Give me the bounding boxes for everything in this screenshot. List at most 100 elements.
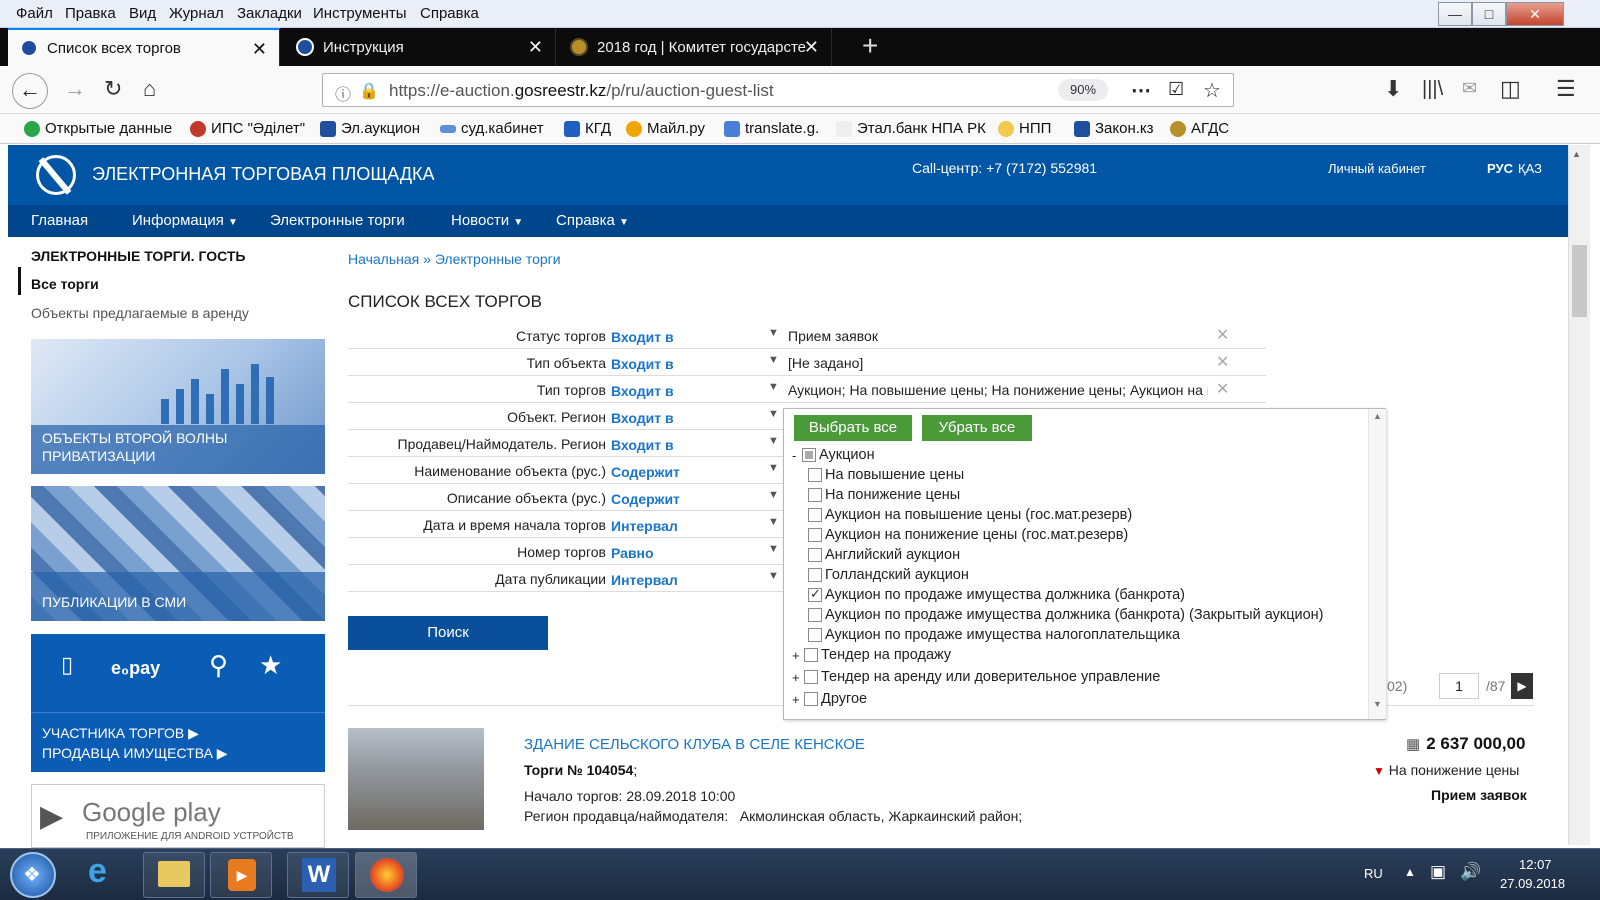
- tree-checkbox[interactable]: [808, 508, 822, 522]
- back-icon[interactable]: ←: [12, 73, 48, 109]
- tree-checkbox[interactable]: [808, 628, 822, 642]
- tree-checkbox[interactable]: [808, 586, 822, 602]
- page-scrollbar[interactable]: ▲: [1568, 145, 1590, 845]
- tree-checkbox[interactable]: [808, 568, 822, 582]
- filter-operator[interactable]: Входит в: [611, 410, 674, 426]
- nav-help[interactable]: Справка ▼: [556, 212, 629, 229]
- bookmark-translate[interactable]: translate.g.: [724, 120, 819, 137]
- bookmark-agds[interactable]: АГДС: [1170, 120, 1229, 137]
- result-thumbnail[interactable]: [348, 728, 484, 830]
- chevron-down-icon[interactable]: ▼: [768, 435, 779, 447]
- menu-help[interactable]: Справка: [420, 5, 479, 22]
- maximize-button[interactable]: □: [1472, 2, 1506, 26]
- pager-input[interactable]: 1: [1439, 673, 1479, 699]
- filter-operator[interactable]: Интервал: [611, 572, 678, 588]
- filter-value[interactable]: Аукцион; На повышение цены; На понижение…: [788, 382, 1208, 398]
- filter-value[interactable]: [Не задано]: [788, 355, 1208, 371]
- tab-committee[interactable]: 2018 год | Комитет государсте ✕: [558, 28, 832, 66]
- menu-edit[interactable]: Правка: [65, 5, 116, 22]
- chevron-down-icon[interactable]: ▼: [768, 543, 779, 555]
- clock-date[interactable]: 27.09.2018: [1500, 876, 1565, 891]
- result-title-link[interactable]: ЗДАНИЕ СЕЛЬСКОГО КЛУБА В СЕЛЕ КЕНСКОЕ: [524, 736, 865, 753]
- close-tab-icon[interactable]: ✕: [252, 39, 267, 60]
- banner-media[interactable]: ПУБЛИКАЦИИ В СМИ: [31, 486, 325, 621]
- site-logo-icon[interactable]: [36, 155, 76, 195]
- tree-checkbox[interactable]: [804, 648, 818, 662]
- expand-icon[interactable]: +: [792, 648, 804, 663]
- ie-taskbar-button[interactable]: e: [74, 852, 136, 898]
- clear-filter-icon[interactable]: ✕: [1216, 352, 1229, 372]
- menu-history[interactable]: Журнал: [169, 5, 224, 22]
- tree-group[interactable]: + Тендер на аренду или доверительное упра…: [792, 669, 1160, 685]
- banner-privatization[interactable]: ОБЪЕКТЫ ВТОРОЙ ВОЛНЫ ПРИВАТИЗАЦИИ: [31, 339, 325, 474]
- filter-operator[interactable]: Входит в: [611, 356, 674, 372]
- tab-auction-list[interactable]: Список всех торгов ✕: [8, 28, 280, 66]
- tree-group[interactable]: + Тендер на продажу: [792, 647, 951, 663]
- chevron-down-icon[interactable]: ▼: [768, 516, 779, 528]
- hamburger-menu-icon[interactable]: ☰: [1556, 76, 1576, 102]
- tree-checkbox[interactable]: [808, 528, 822, 542]
- tree-item[interactable]: Английский аукцион: [808, 547, 960, 563]
- close-tab-icon[interactable]: ✕: [528, 37, 543, 58]
- expand-icon[interactable]: +: [792, 692, 804, 707]
- dropdown-scrollbar[interactable]: ▲ ▼: [1368, 409, 1386, 719]
- menu-file[interactable]: Файл: [16, 5, 53, 22]
- menu-bookmarks[interactable]: Закладки: [237, 5, 302, 22]
- nav-news[interactable]: Новости ▼: [451, 212, 523, 229]
- banner-participant-link[interactable]: УЧАСТНИКА ТОРГОВ ▶: [42, 725, 199, 742]
- chevron-down-icon[interactable]: ▼: [768, 381, 779, 393]
- forward-icon[interactable]: →: [64, 76, 86, 102]
- tree-checkbox[interactable]: [808, 548, 822, 562]
- expand-icon[interactable]: +: [792, 670, 804, 685]
- filter-operator[interactable]: Равно: [611, 545, 654, 561]
- nav-home[interactable]: Главная: [31, 212, 88, 229]
- bookmark-star-icon[interactable]: ☆: [1203, 78, 1221, 103]
- home-icon[interactable]: ⌂: [143, 76, 156, 102]
- media-taskbar-button[interactable]: ▶: [210, 852, 272, 898]
- filter-operator[interactable]: Входит в: [611, 383, 674, 399]
- tab-instruction[interactable]: Инструкция ✕: [284, 28, 556, 66]
- start-button[interactable]: ❖: [10, 852, 56, 898]
- filter-operator[interactable]: Содержит: [611, 491, 680, 507]
- pager-next-button[interactable]: ▶: [1511, 673, 1533, 699]
- tree-checkbox[interactable]: [804, 692, 818, 706]
- pocket-icon[interactable]: ☑: [1168, 79, 1184, 100]
- select-all-button[interactable]: Выбрать все: [794, 415, 912, 441]
- bookmark-kgd[interactable]: КГД: [564, 120, 611, 137]
- tree-checkbox[interactable]: [808, 608, 822, 622]
- tree-group[interactable]: + Другое: [792, 691, 867, 707]
- chevron-down-icon[interactable]: ▼: [768, 570, 779, 582]
- explorer-taskbar-button[interactable]: [143, 852, 205, 898]
- tree-item[interactable]: На повышение цены: [808, 467, 964, 483]
- bookmark-etalon[interactable]: Этал.банк НПА РК: [836, 120, 986, 137]
- bookmark-court[interactable]: суд.кабинет: [440, 120, 544, 137]
- tray-expand-icon[interactable]: ▲: [1404, 865, 1416, 879]
- tree-checkbox[interactable]: [802, 448, 816, 462]
- filter-operator[interactable]: Интервал: [611, 518, 678, 534]
- chevron-down-icon[interactable]: ▼: [768, 462, 779, 474]
- library-icon[interactable]: |||\: [1422, 78, 1443, 101]
- mail-icon[interactable]: ✉: [1462, 78, 1477, 99]
- tree-item[interactable]: Голландский аукцион: [808, 567, 969, 583]
- downloads-icon[interactable]: ⬇: [1384, 76, 1402, 102]
- network-icon[interactable]: ▣: [1430, 862, 1446, 882]
- tree-checkbox[interactable]: [808, 468, 822, 482]
- chevron-down-icon[interactable]: ▼: [768, 327, 779, 339]
- tree-item[interactable]: Аукцион по продаже имущества должника (б…: [808, 607, 1324, 623]
- sidebar-item-rent[interactable]: Объекты предлагаемые в аренду: [31, 305, 249, 321]
- tree-item[interactable]: Аукцион на повышение цены (гос.мат.резер…: [808, 507, 1132, 523]
- lock-icon[interactable]: 🔒: [359, 81, 379, 101]
- bookmark-zakon[interactable]: Закон.кз: [1074, 120, 1154, 137]
- info-icon[interactable]: ⓘ: [335, 81, 351, 105]
- page-actions-icon[interactable]: ⋯: [1131, 78, 1151, 103]
- menu-view[interactable]: Вид: [129, 5, 156, 22]
- minimize-button[interactable]: —: [1438, 2, 1472, 26]
- chevron-down-icon[interactable]: ▼: [768, 408, 779, 420]
- banner-seller-link[interactable]: ПРОДАВЦА ИМУЩЕСТВА ▶: [42, 745, 228, 762]
- bookmark-mail[interactable]: Майл.ру: [626, 120, 705, 137]
- nav-etrade[interactable]: Электронные торги: [270, 212, 405, 229]
- bookmark-eauction[interactable]: Эл.аукцион: [320, 120, 420, 137]
- scroll-thumb[interactable]: [1572, 245, 1587, 317]
- zoom-level[interactable]: 90%: [1058, 79, 1108, 101]
- search-button[interactable]: Поиск: [348, 616, 548, 650]
